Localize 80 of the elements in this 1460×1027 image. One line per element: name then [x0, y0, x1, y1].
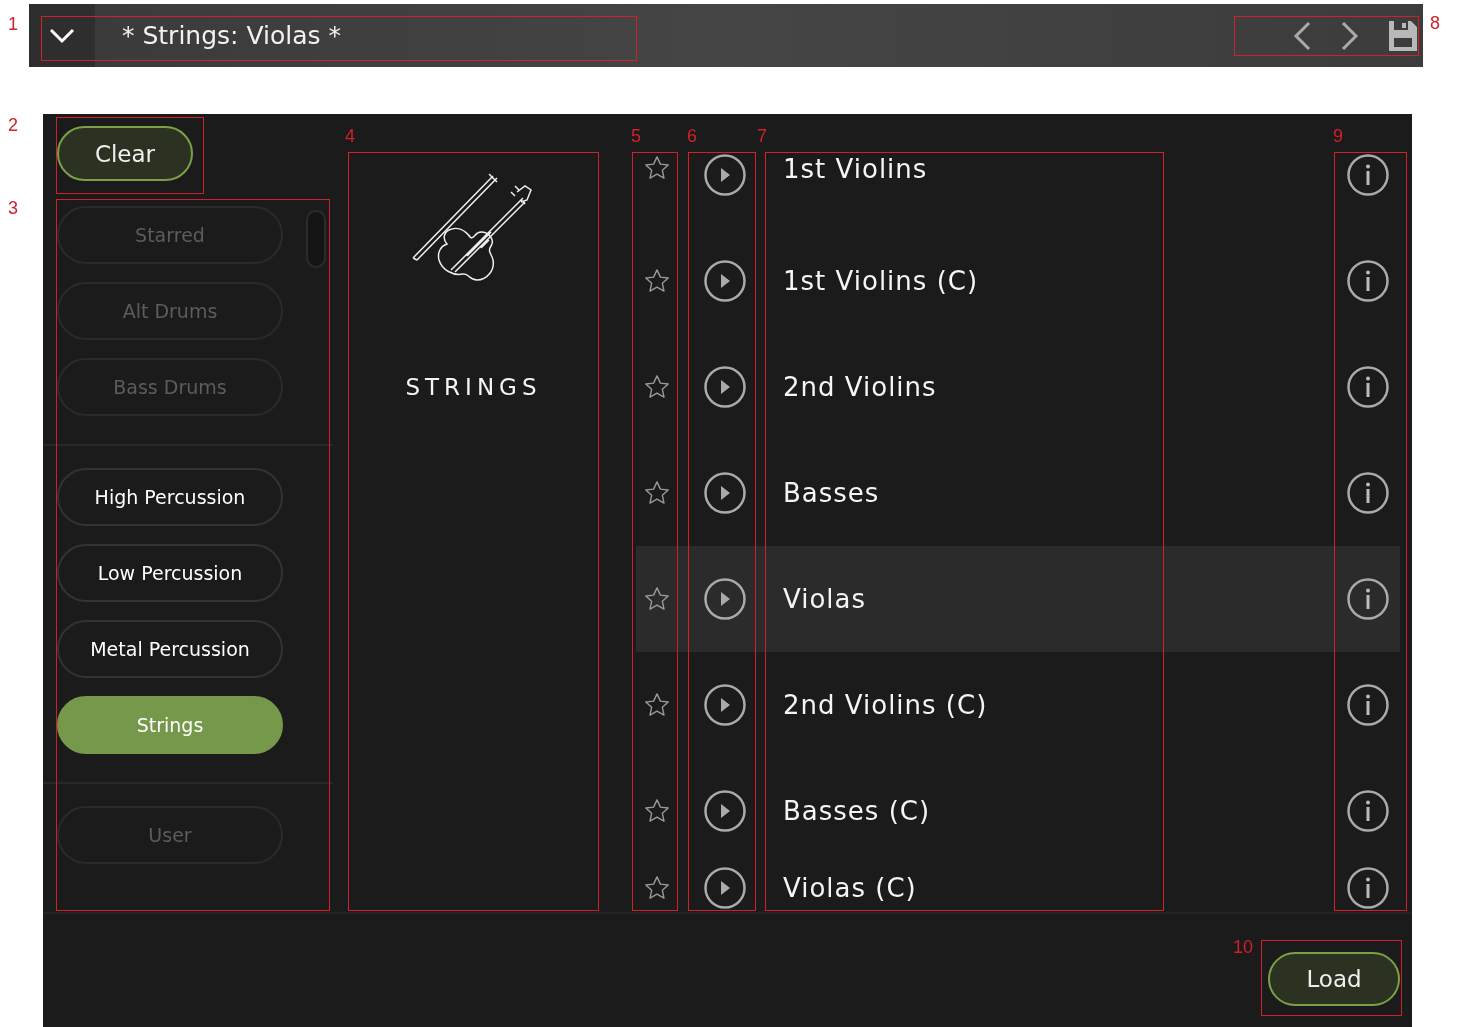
load-button[interactable]: Load	[1268, 952, 1400, 1006]
info-button[interactable]	[1347, 867, 1389, 909]
info-button[interactable]	[1347, 684, 1389, 726]
preset-name: Basses (C)	[783, 796, 932, 826]
annotation-number: 2	[8, 115, 18, 135]
info-icon	[1347, 260, 1389, 302]
star-icon[interactable]	[643, 154, 671, 182]
info-button[interactable]	[1347, 154, 1389, 196]
preset-name: 2nd Violins (C)	[783, 690, 989, 720]
preset-name: 1st Violins	[783, 154, 929, 184]
info-button[interactable]	[1347, 366, 1389, 408]
star-icon[interactable]	[643, 874, 671, 902]
star-icon[interactable]	[643, 797, 671, 825]
play-button[interactable]	[704, 790, 746, 832]
annotation-number: 3	[8, 198, 18, 218]
chevron-down-icon	[49, 27, 75, 44]
play-icon	[704, 472, 746, 514]
info-button[interactable]	[1347, 260, 1389, 302]
preset-name: Basses	[783, 478, 881, 508]
clear-button[interactable]: Clear	[57, 126, 193, 181]
previous-button[interactable]	[1293, 20, 1311, 51]
play-icon	[704, 790, 746, 832]
info-icon	[1347, 684, 1389, 726]
play-icon	[704, 578, 746, 620]
preset-name: Violas	[783, 584, 868, 614]
category-button[interactable]: Metal Percussion	[57, 620, 283, 678]
preset-row[interactable]: Violas	[636, 546, 1400, 652]
play-icon	[704, 366, 746, 408]
info-icon	[1347, 154, 1389, 196]
annotation-number: 7	[757, 126, 767, 146]
preset-row[interactable]: Basses (C)	[636, 758, 1400, 864]
info-icon	[1347, 366, 1389, 408]
star-icon[interactable]	[643, 267, 671, 295]
play-button[interactable]	[704, 366, 746, 408]
play-icon	[704, 684, 746, 726]
chevron-right-icon	[1341, 20, 1359, 51]
preset-row[interactable]: 1st Violins (C)	[636, 228, 1400, 334]
info-icon	[1347, 578, 1389, 620]
next-button[interactable]	[1341, 20, 1359, 51]
info-button[interactable]	[1347, 472, 1389, 514]
play-icon	[704, 867, 746, 909]
preset-row[interactable]: 2nd Violins (C)	[636, 652, 1400, 758]
play-button[interactable]	[704, 684, 746, 726]
category-button[interactable]: Low Percussion	[57, 544, 283, 602]
play-button[interactable]	[704, 472, 746, 514]
info-icon	[1347, 472, 1389, 514]
preset-row[interactable]: Basses	[636, 440, 1400, 546]
play-button[interactable]	[704, 260, 746, 302]
play-button[interactable]	[704, 154, 746, 196]
preset-row[interactable]: Violas (C)	[636, 864, 1400, 912]
annotation-number: 5	[631, 126, 641, 146]
preset-row[interactable]: 1st Violins	[636, 148, 1400, 228]
info-icon	[1347, 790, 1389, 832]
preset-name: Violas (C)	[783, 873, 918, 903]
annotation-number: 6	[687, 126, 697, 146]
info-icon	[1347, 867, 1389, 909]
annotation-number: 1	[8, 14, 18, 34]
star-icon[interactable]	[643, 585, 671, 613]
preset-name: 2nd Violins	[783, 372, 938, 402]
annotation-number: 10	[1233, 937, 1254, 957]
preset-name: 1st Violins (C)	[783, 266, 980, 296]
preset-row[interactable]: 2nd Violins	[636, 334, 1400, 440]
star-icon[interactable]	[643, 373, 671, 401]
play-icon	[704, 154, 746, 196]
preset-title: * Strings: Violas *	[122, 21, 341, 50]
star-icon[interactable]	[643, 479, 671, 507]
category-button[interactable]: High Percussion	[57, 468, 283, 526]
play-button[interactable]	[704, 867, 746, 909]
annotation-number: 4	[345, 126, 355, 146]
save-button[interactable]	[1389, 20, 1417, 51]
chevron-left-icon	[1293, 20, 1311, 51]
play-button[interactable]	[704, 578, 746, 620]
annotation-number: 8	[1430, 13, 1440, 33]
star-icon[interactable]	[643, 691, 671, 719]
annotation-number: 9	[1333, 126, 1343, 146]
category-title: STRINGS	[405, 374, 542, 400]
info-button[interactable]	[1347, 578, 1389, 620]
play-icon	[704, 260, 746, 302]
dropdown-button[interactable]	[29, 4, 95, 67]
info-button[interactable]	[1347, 790, 1389, 832]
